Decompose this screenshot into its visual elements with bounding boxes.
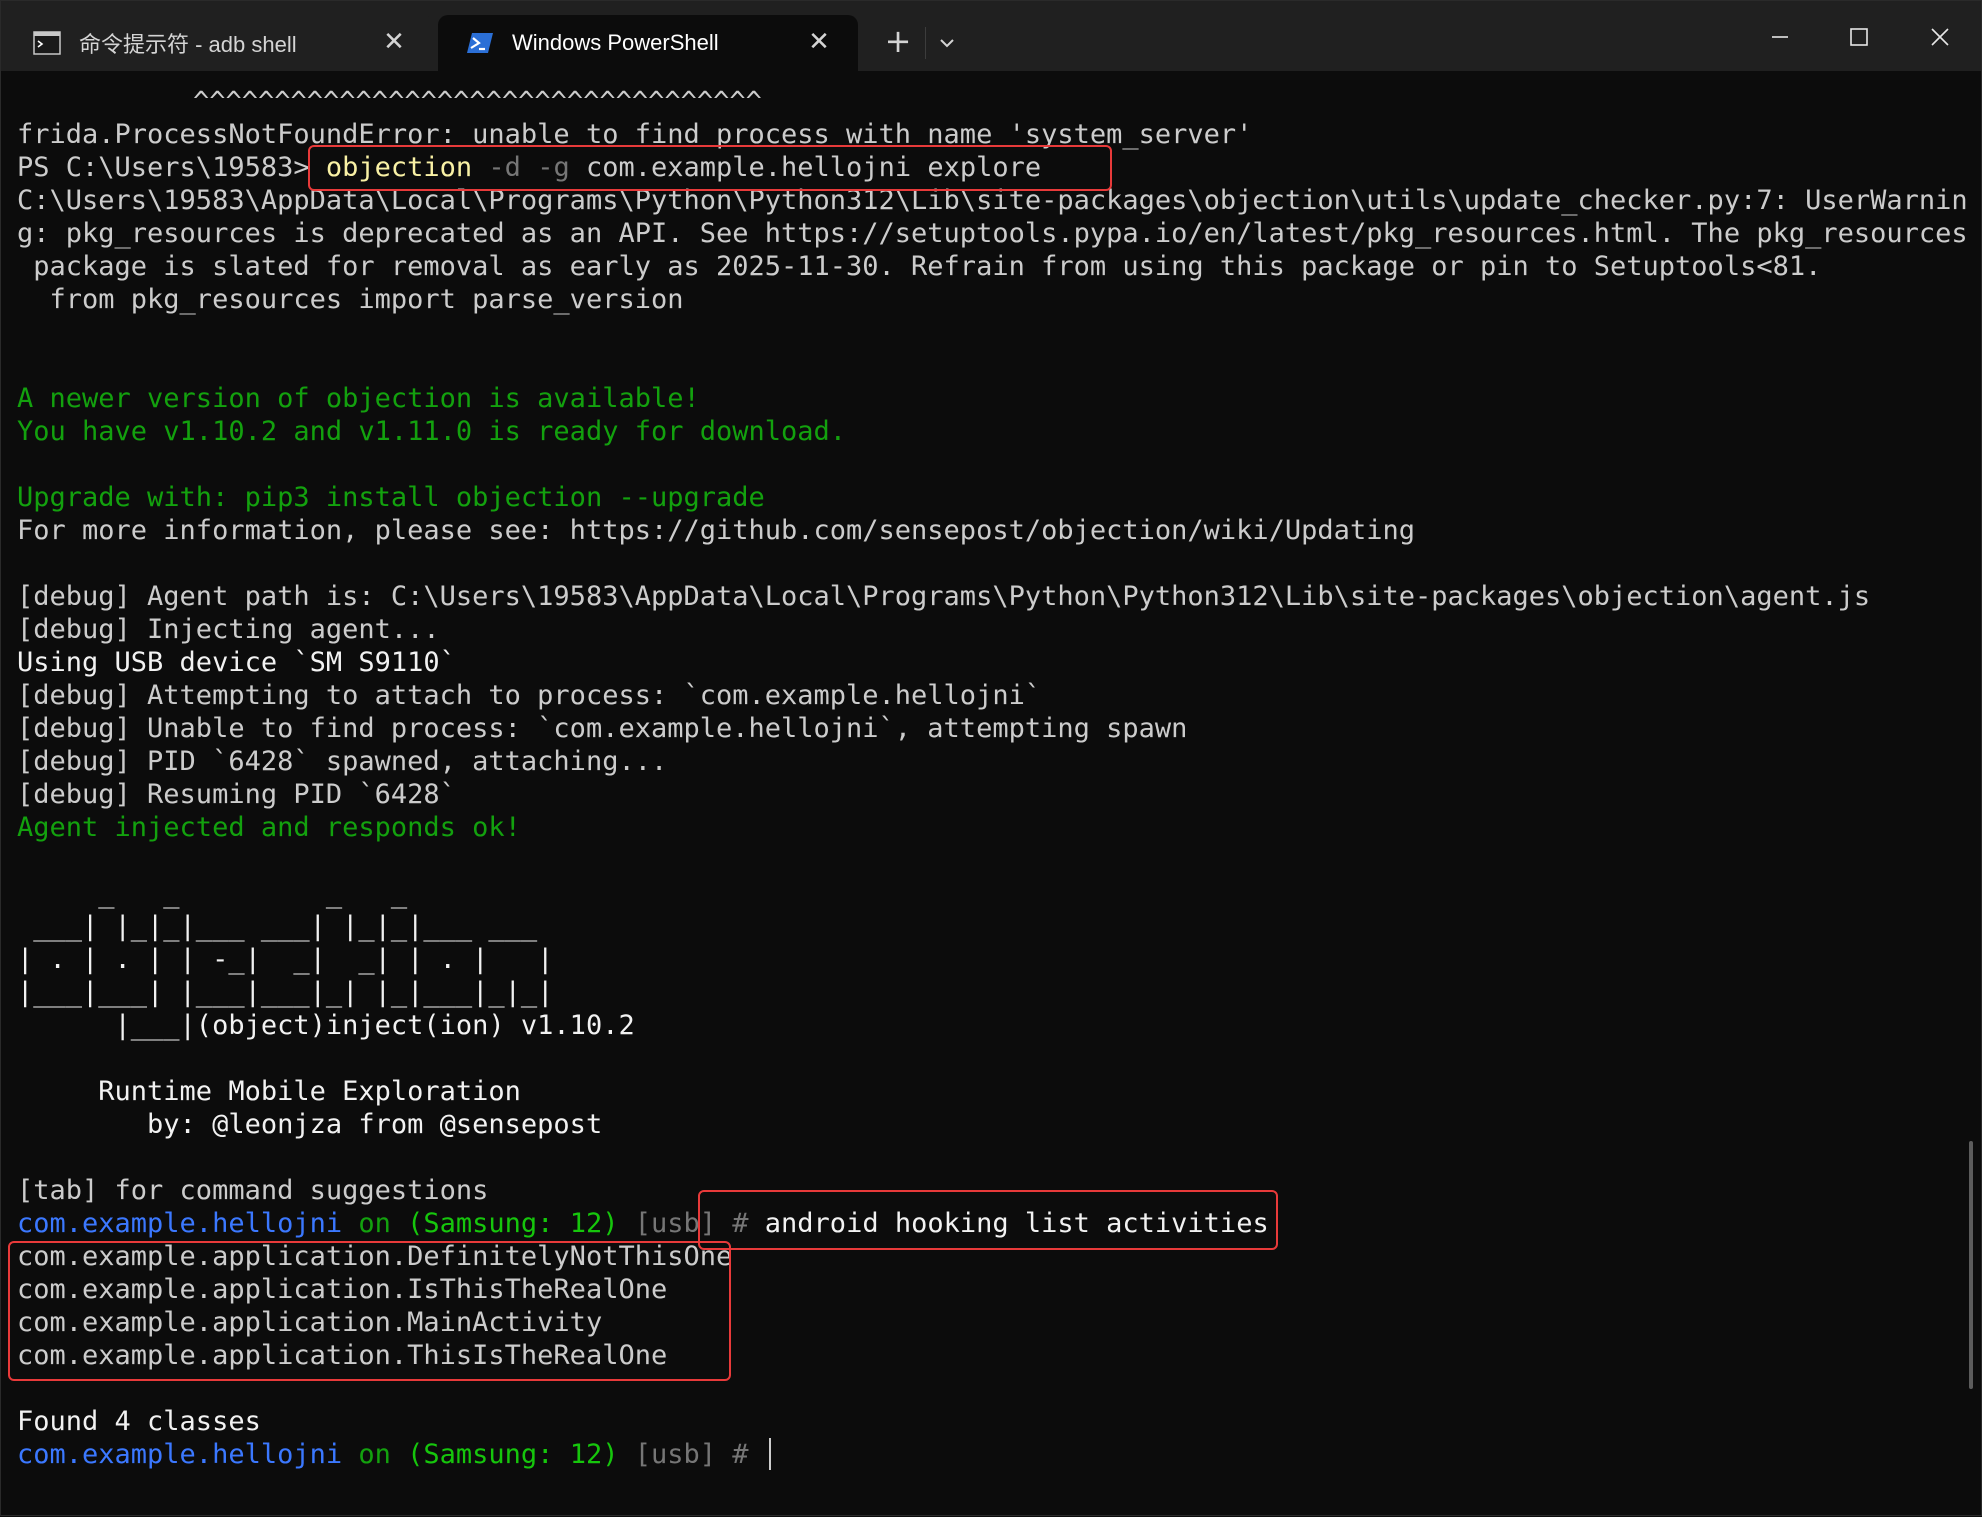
prompt-on: on (342, 1208, 408, 1239)
highlight-box (308, 145, 1112, 191)
tab-help-line: [tab] for command suggestions (17, 1175, 489, 1206)
prompt-hash: # (732, 1439, 749, 1470)
terminal-window: 命令提示符 - adb shell ✕ Windows PowerShell ✕… (0, 0, 1982, 1516)
prompt-on: on (342, 1439, 408, 1470)
update-notice: A newer version of objection is availabl… (17, 383, 700, 414)
author-line: by: @leonjza from @sensepost (17, 1109, 603, 1140)
prompt-package: com.example.hellojni (17, 1208, 343, 1239)
debug-line: [debug] Injecting agent... (17, 614, 440, 645)
runtime-line: Runtime Mobile Exploration (17, 1076, 521, 1107)
ascii-banner-line: |___|___| |___|___|_| |_|___|_|_| (17, 977, 554, 1008)
ascii-banner-line: ___| |_|_|___ ___| |_|_|___ ___ (17, 911, 538, 942)
more-info-line: For more information, please see: https:… (17, 515, 1415, 546)
prompt-device: (Samsung: 12) (407, 1439, 619, 1470)
highlight-box (698, 1190, 1278, 1250)
prompt-package: com.example.hellojni (17, 1439, 343, 1470)
upgrade-hint: Upgrade with: pip3 install objection --u… (17, 482, 765, 513)
update-versions: You have v1.10.2 and v1.11.0 is ready fo… (17, 416, 847, 447)
text-cursor (769, 1438, 771, 1470)
caret-line: ^^^^^^^^^^^^^^^^^^^^^^^^^^^^^^^^^^^ (193, 86, 762, 117)
debug-line: [debug] Attempting to attach to process:… (17, 680, 1042, 711)
warning-line: g: pkg_resources is deprecated as an API… (17, 218, 1968, 249)
debug-line: [debug] Agent path is: C:\Users\19583\Ap… (17, 581, 1871, 612)
ascii-banner-line: |___|(object)inject(ion) v1.10.2 (17, 1010, 635, 1041)
prompt-device: (Samsung: 12) (407, 1208, 619, 1239)
objection-prompt: com.example.hellojni on (Samsung: 12) [u… (17, 1438, 749, 1471)
ascii-banner-line: _ _ _ _ (17, 878, 408, 909)
found-summary: Found 4 classes (17, 1406, 261, 1437)
usb-device-line: Using USB device `SM S9110` (17, 647, 456, 678)
highlight-box (8, 1241, 731, 1381)
debug-line: [debug] Resuming PID `6428` (17, 779, 456, 810)
debug-line: [debug] Unable to find process: `com.exa… (17, 713, 1188, 744)
scrollbar[interactable] (1969, 1141, 1973, 1389)
ps-prompt: PS C:\Users\19583> (17, 152, 326, 183)
debug-line: [debug] PID `6428` spawned, attaching... (17, 746, 668, 777)
warning-line: from pkg_resources import parse_version (17, 284, 684, 315)
agent-injected-line: Agent injected and responds ok! (17, 812, 521, 843)
prompt-usb: [usb] (618, 1439, 733, 1470)
warning-line: package is slated for removal as early a… (17, 251, 1822, 282)
ascii-banner-line: | . | . | | -_| _| _| | . | | (17, 944, 554, 975)
